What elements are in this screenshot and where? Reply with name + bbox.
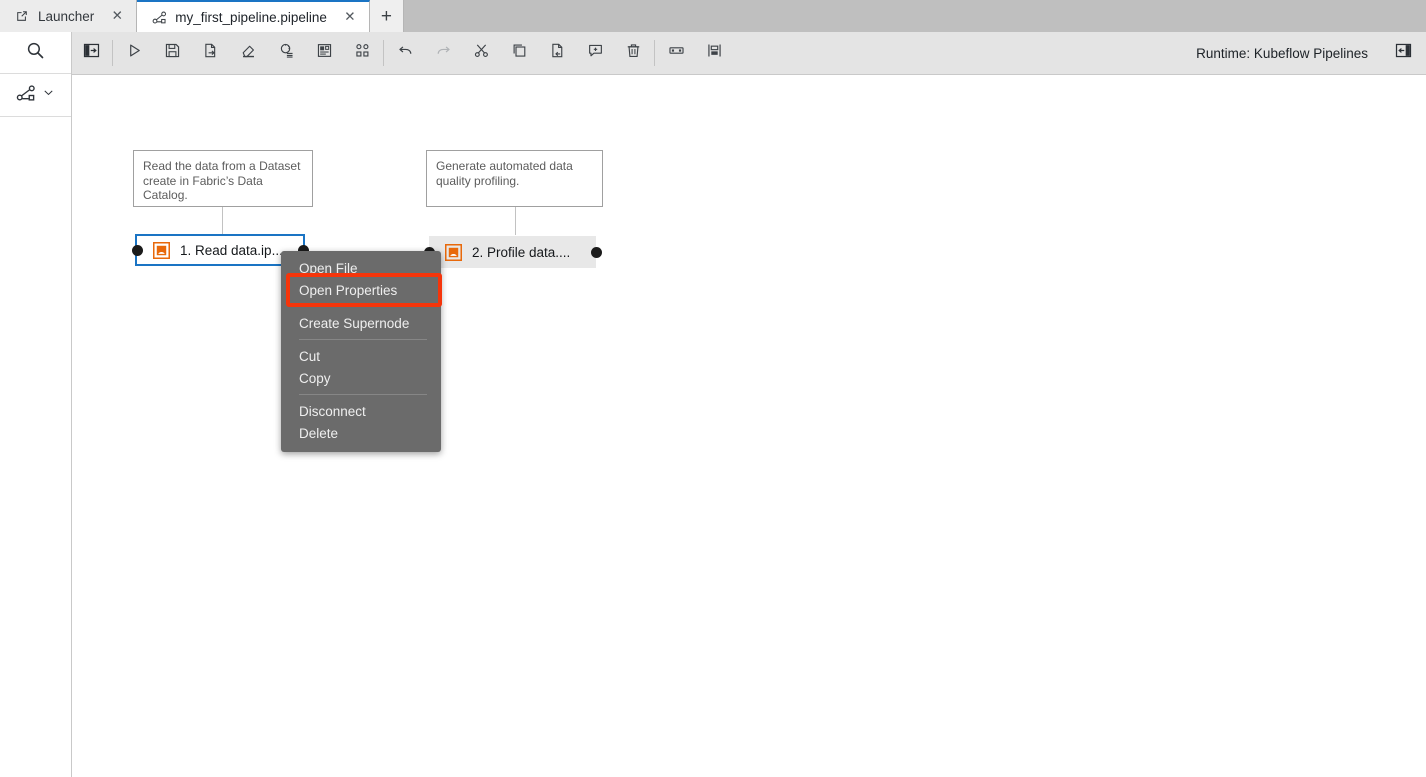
scissors-icon [473,42,490,64]
context-menu-item-disconnect[interactable]: Disconnect [281,400,441,422]
context-menu-label: Open Properties [299,282,398,298]
delete-button[interactable] [614,32,652,75]
eraser-icon [240,42,257,64]
arrange-vertical-icon [706,42,723,64]
open-panel-icon [83,42,100,64]
tab-launcher[interactable]: Launcher ✕ [0,0,138,32]
copy-button[interactable] [500,32,538,75]
context-menu-label: Copy [299,370,331,386]
clear-pipeline-button[interactable] [229,32,267,75]
pipeline-toolbar: Runtime: Kubeflow Pipelines [72,32,1426,75]
notebook-icon [445,243,462,261]
save-icon [164,42,181,64]
open-runtime-images-button[interactable] [305,32,343,75]
toolbar-separator [112,40,113,66]
tab-bar: Launcher ✕ my_first_pipeline.pipeline ✕ … [0,0,1426,32]
node-input-port[interactable] [131,244,143,256]
context-menu-item-cut[interactable]: Cut [281,345,441,367]
comment-box[interactable]: Read the data from a Dataset create in F… [133,150,313,207]
node-label: 1. Read data.ip... [180,242,283,258]
left-sidebar [0,32,72,777]
body-area: Runtime: Kubeflow Pipelines Read the dat… [0,32,1426,777]
context-menu-item-open-properties[interactable]: Open Properties [281,279,441,301]
editor-content: Runtime: Kubeflow Pipelines Read the dat… [72,32,1426,777]
save-pipeline-button[interactable] [153,32,191,75]
open-component-catalogs-button[interactable] [343,32,381,75]
context-menu-item-open-file[interactable]: Open File [281,257,441,279]
undo-icon [397,42,414,64]
trash-icon [625,42,642,64]
arrange-vertically-button[interactable] [695,32,733,75]
tab-label: my_first_pipeline.pipeline [175,9,327,25]
pipeline-canvas[interactable]: Read the data from a Dataset create in F… [72,75,1426,777]
context-menu-label: Delete [299,425,339,441]
comment-link-line [515,207,516,235]
tab-my-first-pipeline[interactable]: my_first_pipeline.pipeline ✕ [137,0,370,32]
add-comment-button[interactable] [576,32,614,75]
new-tab-button[interactable]: + [369,0,404,32]
redo-icon [435,42,452,64]
comment-box[interactable]: Generate automated data quality profilin… [426,150,603,207]
node-context-menu[interactable]: Open File Open Properties Create Superno… [281,251,441,452]
context-menu-separator [299,306,427,307]
node-label: 2. Profile data.... [472,244,571,260]
context-menu-label: Disconnect [299,403,366,419]
close-panel-icon [1395,42,1412,64]
comment-text: Generate automated data quality profilin… [436,159,573,188]
copy-icon [511,42,528,64]
context-menu-item-delete[interactable]: Delete [281,422,441,444]
redo-button[interactable] [424,32,462,75]
arrange-horizontally-button[interactable] [657,32,695,75]
arrange-horizontal-icon [668,42,685,64]
play-icon [126,42,143,64]
context-menu-item-create-supernode[interactable]: Create Supernode [281,312,441,334]
jupyterlab-elyra-pipeline-editor: Launcher ✕ my_first_pipeline.pipeline ✕ … [0,0,1426,777]
runtimes-icon [278,42,295,64]
runtime-images-icon [316,42,333,64]
search-icon [25,40,46,66]
paste-button[interactable] [538,32,576,75]
paste-icon [549,42,566,64]
left-panel-toggle-button[interactable] [72,32,110,75]
comment-plus-icon [587,42,604,64]
context-menu-label: Cut [299,348,321,364]
pipeline-icon [151,9,167,25]
context-menu-item-copy[interactable]: Copy [281,367,441,389]
close-icon[interactable]: ✕ [108,7,126,25]
run-pipeline-button[interactable] [115,32,153,75]
cut-button[interactable] [462,32,500,75]
comment-text: Read the data from a Dataset create in F… [143,159,301,202]
context-menu-separator [299,339,427,340]
context-menu-label: Create Supernode [299,315,410,331]
close-icon[interactable]: ✕ [341,8,359,26]
sidebar-item-palette[interactable] [0,74,71,117]
undo-button[interactable] [386,32,424,75]
comment-link-line [222,207,223,235]
chevron-down-icon[interactable] [42,86,55,104]
pipeline-palette-icon [16,83,36,108]
runtime-label: Runtime: Kubeflow Pipelines [1196,45,1368,61]
export-pipeline-button[interactable] [191,32,229,75]
context-menu-separator [299,394,427,395]
right-panel-toggle-button[interactable] [1384,32,1422,75]
toolbar-separator [654,40,655,66]
node-output-port[interactable] [590,246,602,258]
external-link-icon [14,8,30,24]
context-menu-label: Open File [299,260,358,276]
open-runtimes-button[interactable] [267,32,305,75]
export-icon [202,42,219,64]
toolbar-separator [383,40,384,66]
tab-label: Launcher [38,8,95,24]
component-catalog-icon [354,42,371,64]
notebook-icon [153,241,170,259]
pipeline-node-read-data[interactable]: 1. Read data.ip... [131,234,309,266]
pipeline-node-profile-data[interactable]: 2. Profile data.... [423,236,602,268]
sidebar-item-search[interactable] [0,32,71,74]
